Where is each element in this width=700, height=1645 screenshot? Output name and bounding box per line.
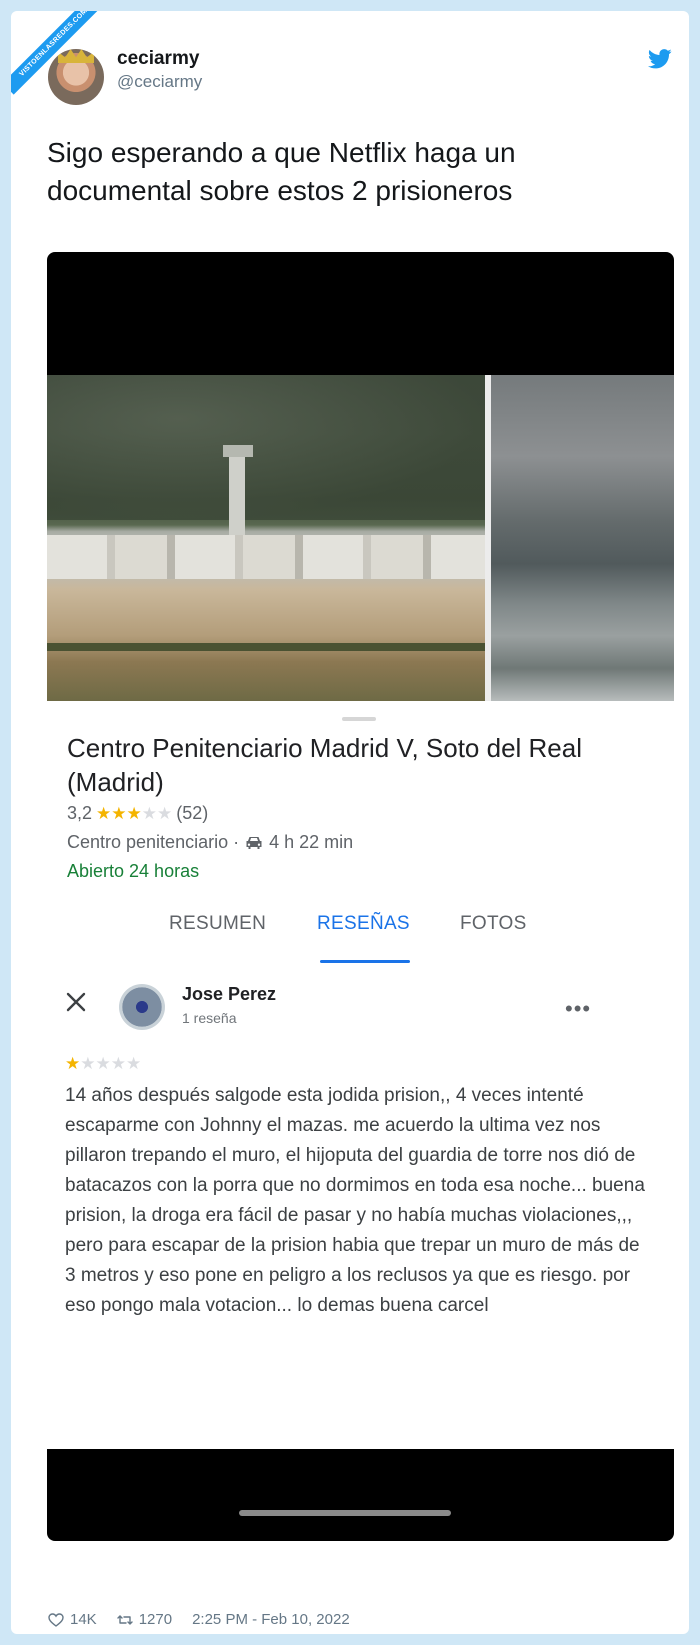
handle[interactable]: @ceciarmy <box>117 72 202 92</box>
review-filled-star-icon: ★ <box>65 1054 81 1073</box>
review-count: (52) <box>176 803 209 823</box>
treeline <box>47 643 485 651</box>
like-count[interactable]: 14K <box>70 1611 97 1628</box>
home-indicator[interactable] <box>239 1510 451 1516</box>
drive-time: 4 h 22 min <box>269 832 354 852</box>
tab-resenas[interactable]: RESEÑAS <box>317 913 410 935</box>
place-filled-star-icon: ★ <box>96 804 112 823</box>
tweet-footer: 14K 1270 2:25 PM - Feb 10, 2022 <box>48 1611 350 1628</box>
place-filled-star-icon: ★ <box>111 804 127 823</box>
tweet-card: VISTOENLASREDES.COM ceciarmy @ceciarmy S… <box>11 11 689 1634</box>
review-empty-star-icon: ★ <box>126 1054 142 1073</box>
category-row: Centro penitenciario · 4 h 22 min <box>67 832 353 853</box>
tweet-timestamp[interactable]: 2:25 PM - Feb 10, 2022 <box>192 1611 350 1628</box>
place-empty-star-icon: ★ <box>141 804 158 823</box>
place-filled-star-icon: ★ <box>126 804 142 823</box>
attached-screenshot[interactable]: Centro Penitenciario Madrid V, Soto del … <box>47 252 674 1541</box>
tab-fotos[interactable]: FOTOS <box>460 913 527 935</box>
place-empty-star-icon: ★ <box>157 804 173 823</box>
rating-row[interactable]: 3,2 ★★★★★ (52) <box>67 803 208 824</box>
reviewer-name[interactable]: Jose Perez <box>182 984 276 1005</box>
retweet-icon[interactable] <box>117 1613 133 1627</box>
watchtower-top <box>223 445 253 457</box>
close-icon[interactable] <box>65 991 87 1013</box>
rating-stars: ★★★★★ <box>96 803 172 824</box>
review-text: 14 años después salgode esta jodida pris… <box>65 1085 645 1316</box>
review-stars: ★★★★★ <box>65 1053 141 1075</box>
watermark-ribbon: VISTOENLASREDES.COM <box>11 11 101 95</box>
heart-icon[interactable] <box>48 1612 64 1627</box>
place-tabs: RESUMEN RESEÑAS FOTOS <box>47 913 674 963</box>
place-category: Centro penitenciario · <box>67 832 240 852</box>
second-photo[interactable] <box>491 375 674 701</box>
place-title: Centro Penitenciario Madrid V, Soto del … <box>67 733 582 797</box>
tab-resumen[interactable]: RESUMEN <box>169 913 266 935</box>
retweet-count[interactable]: 1270 <box>139 1611 172 1628</box>
prison-photo[interactable] <box>47 375 485 701</box>
sheet-grabber[interactable] <box>342 717 376 721</box>
tweet-text: Sigo esperando a que Netflix haga un doc… <box>47 137 516 206</box>
reviewer-review-count: 1 reseña <box>182 1010 237 1026</box>
reviewer-avatar[interactable] <box>119 984 165 1030</box>
review-empty-star-icon: ★ <box>110 1054 126 1073</box>
twitter-bird-icon[interactable] <box>648 49 672 69</box>
open-hours: Abierto 24 horas <box>67 861 200 881</box>
active-tab-indicator <box>320 960 410 963</box>
rating-value: 3,2 <box>67 803 93 823</box>
prison-buildings <box>47 535 485 579</box>
review-empty-star-icon: ★ <box>95 1054 111 1073</box>
car-icon <box>246 836 262 849</box>
display-name[interactable]: ceciarmy <box>117 48 199 70</box>
review-empty-star-icon: ★ <box>80 1054 96 1073</box>
watermark-corner: VISTOENLASREDES.COM <box>11 11 101 101</box>
more-options-icon[interactable]: ••• <box>565 996 591 1022</box>
maps-place-sheet: Centro Penitenciario Madrid V, Soto del … <box>47 701 674 1449</box>
hill-background <box>47 375 485 520</box>
